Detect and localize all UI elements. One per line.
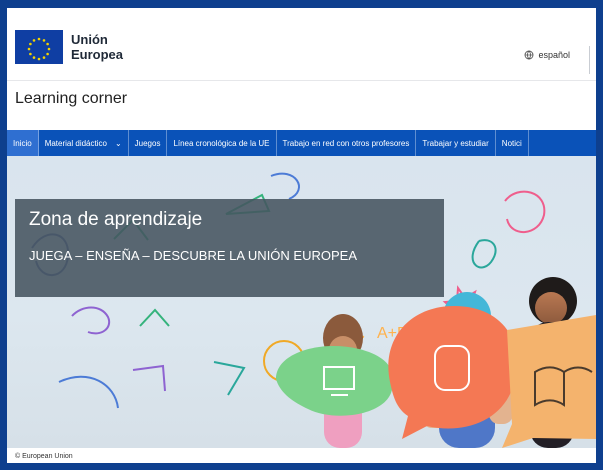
image-caption: © European Union: [7, 449, 596, 463]
hero-title: Zona de aprendizaje: [29, 209, 203, 230]
eu-flag-icon[interactable]: [15, 30, 63, 64]
arrow-doodle-2: [139, 308, 170, 327]
language-selector[interactable]: español: [524, 50, 570, 60]
brand-name[interactable]: Unión Europea: [71, 32, 123, 62]
copyright-text: © European Union: [15, 453, 73, 460]
nav-item-label: Trabajar y estudiar: [422, 138, 489, 148]
nav-item-trabajar-y-estudiar[interactable]: Trabajar y estudiar: [416, 130, 496, 156]
computer-bubble: [276, 346, 394, 416]
main-navigation: Inicio Material didáctico ⌄ Juegos Línea…: [7, 130, 596, 156]
atom-icon: [58, 375, 119, 409]
nav-item-trabajo-en-red[interactable]: Trabajo en red con otros profesores: [277, 130, 417, 156]
header: Unión Europea español: [7, 8, 596, 80]
hero-subtitle: JUEGA – ENSEÑA – DESCUBRE LA UNIÓN EUROP…: [29, 248, 357, 263]
globe-icon: [525, 50, 534, 60]
book-bubble: [502, 315, 596, 448]
screenshot-frame: Unión Europea español Learning corner In…: [0, 0, 603, 470]
nav-item-noticias[interactable]: Notici: [496, 130, 529, 156]
chart-doodle: [132, 364, 166, 392]
strawberry-icon: [504, 190, 546, 234]
flask-icon: [471, 239, 497, 269]
loop-doodle-2: [71, 306, 111, 335]
nav-item-inicio[interactable]: Inicio: [7, 130, 39, 156]
chevron-down-icon[interactable]: ⌄: [115, 139, 122, 148]
nav-item-juegos[interactable]: Juegos: [129, 130, 168, 156]
nav-item-label: Juegos: [134, 138, 161, 148]
swirl-doodle: [270, 172, 300, 200]
nav-item-material-didactico[interactable]: Material didáctico ⌄: [39, 130, 129, 156]
brand-line-2: Europea: [71, 47, 124, 62]
nav-item-label: Línea cronológica de la UE: [173, 138, 270, 148]
nav-item-label: Inicio: [13, 138, 32, 148]
nav-item-label: Trabajo en red con otros profesores: [282, 138, 410, 148]
hero-banner: A+B=C: [7, 156, 596, 448]
page-title: Learning corner: [15, 90, 128, 107]
hero-overlay: Zona de aprendizaje JUEGA – ENSEÑA – DES…: [15, 199, 444, 297]
search-box-edge: [589, 46, 596, 74]
language-label: español: [538, 50, 570, 60]
nav-item-label: Notici: [501, 138, 522, 148]
nav-item-linea-cronologica[interactable]: Línea cronológica de la UE: [167, 130, 277, 156]
nav-item-label: Material didáctico: [44, 138, 107, 148]
brand-line-1: Unión: [71, 32, 108, 47]
pinwheel-icon: [213, 361, 246, 396]
